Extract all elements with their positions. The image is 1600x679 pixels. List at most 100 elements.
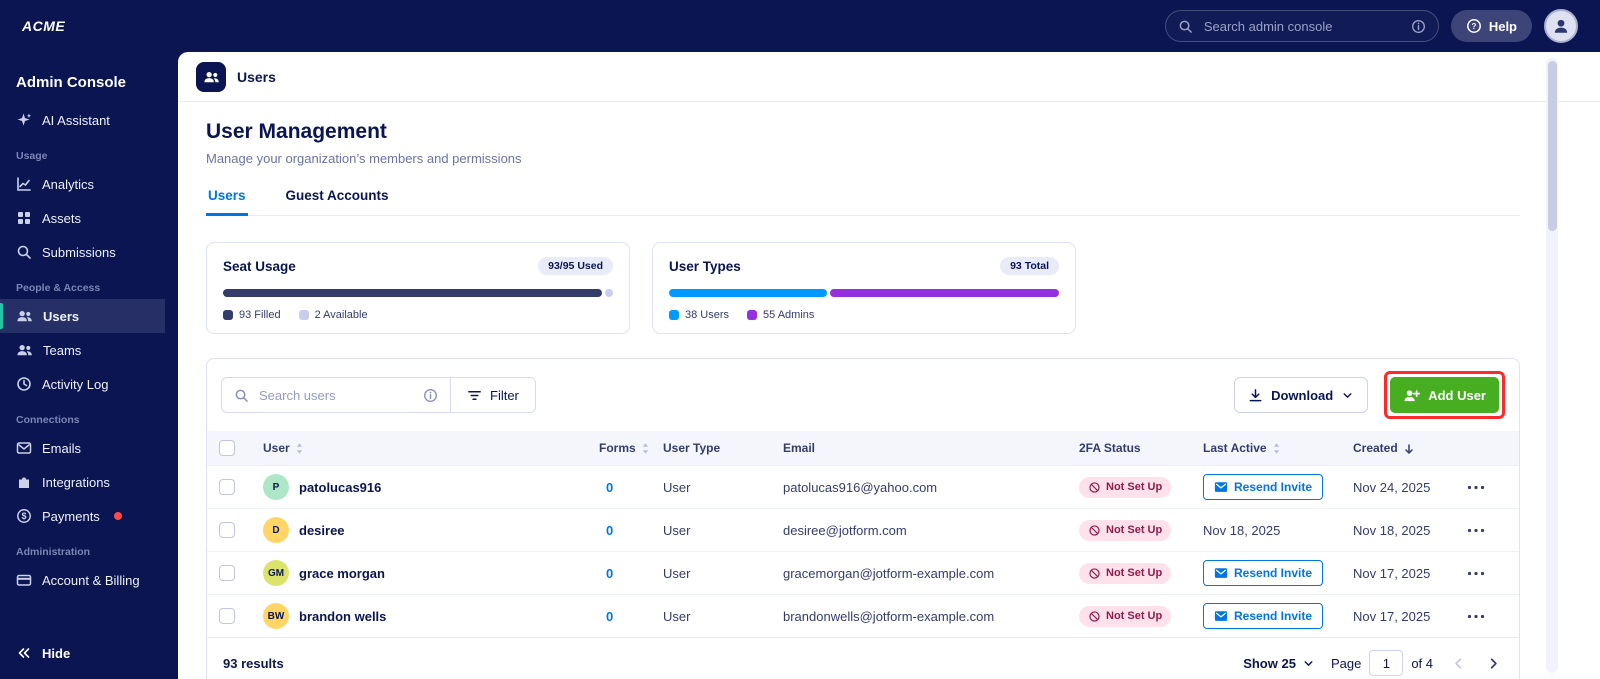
user-search-box[interactable] xyxy=(222,378,450,412)
admin-search-bar[interactable] xyxy=(1164,10,1439,42)
row-checkbox[interactable] xyxy=(219,479,235,495)
results-count: 93 results xyxy=(223,655,284,671)
previous-page-button[interactable] xyxy=(1449,653,1468,673)
chevron-right-icon xyxy=(1486,656,1501,671)
row-actions-button[interactable] xyxy=(1463,562,1489,585)
sidebar-hide-button[interactable]: Hide xyxy=(0,635,165,671)
resend-invite-button[interactable]: Resend Invite xyxy=(1203,560,1324,586)
column-2fa-status: 2FA Status xyxy=(1067,431,1191,466)
chevron-left-icon xyxy=(1451,656,1466,671)
email-cell: brandonwells@jotform-example.com xyxy=(771,594,1067,637)
admin-search-input[interactable] xyxy=(1201,17,1402,35)
last-active-cell: Nov 18, 2025 xyxy=(1191,508,1341,552)
row-checkbox[interactable] xyxy=(219,608,235,624)
user-types-card: User Types 93 Total 38 Users 55 Admins xyxy=(652,242,1076,334)
row-actions-button[interactable] xyxy=(1463,476,1489,499)
forms-count-link[interactable]: 0 xyxy=(599,609,613,624)
user-type-cell: User xyxy=(651,508,771,552)
page-label: Page xyxy=(1330,655,1362,671)
sidebar-item-users[interactable]: Users xyxy=(0,299,165,333)
user-avatar-menu[interactable] xyxy=(1544,9,1578,43)
sidebar-item-submissions[interactable]: Submissions xyxy=(0,235,165,269)
info-icon[interactable] xyxy=(423,388,438,403)
page-number-input[interactable] xyxy=(1369,650,1404,676)
tab-users[interactable]: Users xyxy=(206,179,248,216)
avatar: GM xyxy=(263,560,289,586)
seat-usage-badge: 93/95 Used xyxy=(538,257,613,275)
page-size-select[interactable]: Show 25 xyxy=(1243,656,1315,671)
sidebar-item-analytics[interactable]: Analytics xyxy=(0,167,165,201)
sidebar-item-integrations[interactable]: Integrations xyxy=(0,465,165,499)
sidebar-item-teams[interactable]: Teams xyxy=(0,333,165,367)
table-row: BW brandon wells 0 User brandonwells@jot… xyxy=(207,594,1519,637)
table-row: P patolucas916 0 User patolucas916@yahoo… xyxy=(207,465,1519,509)
topbar-right: Help xyxy=(1164,9,1578,43)
billing-card-icon xyxy=(16,572,32,588)
row-checkbox[interactable] xyxy=(219,522,235,538)
next-page-button[interactable] xyxy=(1484,653,1503,673)
table-footer: 93 results Show 25 Page of 4 xyxy=(207,637,1519,679)
pagination: Page of 4 xyxy=(1331,650,1433,676)
sort-icon[interactable] xyxy=(1272,442,1281,455)
clock-icon xyxy=(16,376,32,392)
annotation-highlight-box: Add User xyxy=(1384,371,1505,419)
sidebar-section-people-access: People & Access xyxy=(16,282,101,294)
column-forms[interactable]: Forms xyxy=(587,431,651,466)
user-cell[interactable]: GM grace morgan xyxy=(263,560,575,586)
sidebar-item-activity-log[interactable]: Activity Log xyxy=(0,367,165,401)
users-header-icon xyxy=(196,61,226,92)
table-header-row: User Forms User Type Email 2FA Status La… xyxy=(207,431,1519,466)
sidebar-item-payments[interactable]: Payments xyxy=(0,499,165,533)
column-user[interactable]: User xyxy=(251,431,587,466)
add-user-button[interactable]: Add User xyxy=(1390,377,1499,413)
row-actions-button[interactable] xyxy=(1463,519,1489,542)
user-type-cell: User xyxy=(651,594,771,637)
column-email: Email xyxy=(771,431,1067,466)
tfa-status-badge: Not Set Up xyxy=(1079,562,1172,584)
forms-count-link[interactable]: 0 xyxy=(599,523,613,538)
sidebar-item-assets[interactable]: Assets xyxy=(0,201,165,235)
slash-icon xyxy=(1088,481,1101,494)
forms-count-link[interactable]: 0 xyxy=(599,566,613,581)
column-created[interactable]: Created xyxy=(1341,431,1451,466)
scrollbar-thumb[interactable] xyxy=(1547,61,1557,231)
resend-invite-button[interactable]: Resend Invite xyxy=(1203,474,1324,500)
ellipsis-icon xyxy=(1467,528,1485,533)
sidebar-item-emails[interactable]: Emails xyxy=(0,431,165,465)
users-segment xyxy=(669,289,828,297)
row-actions-button[interactable] xyxy=(1463,605,1489,628)
tabs: Users Guest Accounts xyxy=(206,179,1520,216)
search-icon xyxy=(234,388,249,403)
column-last-active[interactable]: Last Active xyxy=(1191,431,1341,466)
tab-guest-accounts[interactable]: Guest Accounts xyxy=(284,179,391,216)
user-cell[interactable]: P patolucas916 xyxy=(263,474,575,500)
main-panel: Users User Management Manage your organi… xyxy=(178,52,1600,679)
puzzle-icon xyxy=(16,474,32,490)
info-icon[interactable] xyxy=(1411,19,1426,34)
help-button[interactable]: Help xyxy=(1450,10,1532,42)
avatar: D xyxy=(263,517,289,543)
user-name: patolucas916 xyxy=(299,479,382,495)
sort-icon[interactable] xyxy=(295,442,304,455)
download-button[interactable]: Download xyxy=(1234,377,1369,413)
forms-count-link[interactable]: 0 xyxy=(599,480,613,495)
resend-invite-button[interactable]: Resend Invite xyxy=(1203,603,1324,629)
sidebar-item-ai-assistant[interactable]: AI Assistant xyxy=(0,103,165,137)
sidebar-item-account-billing[interactable]: Account & Billing xyxy=(0,563,165,597)
sort-icon[interactable] xyxy=(641,442,650,455)
vertical-scrollbar[interactable] xyxy=(1546,58,1558,673)
sort-desc-icon[interactable] xyxy=(1403,443,1415,455)
user-type-cell: User xyxy=(651,465,771,509)
row-checkbox[interactable] xyxy=(219,565,235,581)
user-cell[interactable]: BW brandon wells xyxy=(263,603,575,629)
user-search-input[interactable] xyxy=(257,386,415,404)
user-cell[interactable]: D desiree xyxy=(263,517,575,543)
filter-button[interactable]: Filter xyxy=(451,378,535,412)
table-row: GM grace morgan 0 User gracemorgan@jotfo… xyxy=(207,551,1519,595)
user-types-title: User Types xyxy=(669,258,741,274)
question-icon xyxy=(1466,18,1482,34)
page-total-label: of 4 xyxy=(1411,655,1433,671)
notification-dot xyxy=(113,512,122,520)
admins-segment xyxy=(830,289,1059,297)
select-all-checkbox[interactable] xyxy=(219,440,235,456)
